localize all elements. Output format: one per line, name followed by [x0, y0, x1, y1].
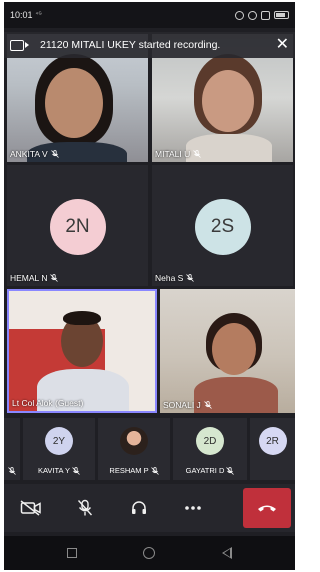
participant-label: SONALI J: [163, 400, 212, 410]
call-controls: [4, 484, 295, 532]
mic-off-icon: [77, 499, 93, 516]
strip-item-gayatri[interactable]: 2D GAYATRI D: [173, 418, 247, 480]
mic-off-icon: [204, 401, 212, 409]
strip-item-partial[interactable]: [4, 418, 20, 480]
avatar: 2R: [258, 427, 287, 455]
participant-label: ANKITA V: [10, 149, 59, 159]
recording-banner: 21120 MITALI UKEY started recording. ✕: [4, 32, 295, 58]
mic-off-icon: [72, 466, 80, 475]
hang-up-button[interactable]: [243, 488, 291, 528]
alarm-icon: [235, 10, 244, 20]
system-nav-bar: [4, 536, 295, 570]
participant-name: Lt Col Alok (Guest): [12, 398, 84, 408]
close-icon[interactable]: ✕: [276, 37, 289, 53]
recording-message: 21120 MITALI UKEY started recording.: [40, 39, 221, 51]
more-options-button[interactable]: [166, 488, 220, 528]
avatar: 2Y: [45, 427, 73, 455]
avatar: 2S: [194, 199, 251, 255]
status-bar: 10:01 ⁴ᴳ: [4, 2, 295, 28]
strip-item-resham[interactable]: RESHAM P: [98, 418, 170, 480]
network-indicator: ⁴ᴳ: [35, 12, 43, 18]
headset-icon: [261, 10, 270, 20]
participant-tile-sonali[interactable]: SONALI J: [160, 289, 295, 413]
mic-off-icon: [150, 466, 159, 475]
participant-name: GAYATRI D: [185, 466, 225, 475]
hang-up-icon: [258, 505, 276, 512]
more-icon: [185, 506, 201, 510]
wifi-icon: [248, 10, 257, 20]
participant-label: MITALI U: [155, 149, 202, 159]
status-time: 10:01: [10, 10, 33, 20]
teams-call-screen: 10:01 ⁴ᴳ ANKITA V MITALI U 21120 MITALI …: [4, 2, 295, 570]
audio-options-button[interactable]: [112, 488, 166, 528]
avatar: [120, 427, 148, 455]
back-icon[interactable]: [221, 547, 232, 559]
strip-label: RESHAM P: [98, 466, 170, 475]
participant-name: MITALI U: [155, 149, 191, 159]
participant-name: SONALI J: [163, 400, 201, 410]
battery-icon: [274, 11, 289, 19]
camera-toggle-button[interactable]: [4, 488, 58, 528]
strip-item-partial-2r[interactable]: 2R: [250, 418, 295, 480]
participant-name: ANKITA V: [10, 149, 48, 159]
mic-off-icon: [193, 150, 202, 158]
participant-tile-hemal[interactable]: 2N HEMAL N: [7, 165, 148, 286]
home-icon[interactable]: [143, 547, 156, 559]
participant-strip[interactable]: 2Y KAVITA Y RESHAM P 2D GAYATRI D 2R: [4, 416, 295, 482]
participant-name: HEMAL N: [10, 273, 48, 283]
avatar: 2N: [49, 199, 106, 255]
headset-icon: [132, 501, 146, 514]
recent-apps-icon[interactable]: [67, 548, 78, 558]
mic-off-icon: [186, 274, 195, 282]
strip-label: [4, 467, 20, 475]
participant-label: Lt Col Alok (Guest): [12, 398, 83, 408]
participant-label: HEMAL N: [10, 273, 59, 283]
camera-off-icon: [20, 500, 41, 516]
mic-off-icon: [50, 150, 59, 158]
strip-label: KAVITA Y: [23, 466, 95, 475]
mic-toggle-button[interactable]: [58, 488, 112, 528]
participant-name: RESHAM P: [109, 466, 149, 475]
mic-off-icon: [8, 467, 16, 475]
participant-name: KAVITA Y: [37, 466, 71, 475]
status-icons: [235, 10, 289, 20]
strip-label: GAYATRI D: [173, 466, 247, 475]
participant-label: Neha S: [155, 273, 195, 283]
video-record-icon: [10, 39, 29, 51]
participant-tile-alok[interactable]: Lt Col Alok (Guest): [7, 289, 157, 413]
mic-off-icon: [226, 466, 235, 475]
mic-off-icon: [50, 274, 59, 282]
strip-item-kavita[interactable]: 2Y KAVITA Y: [23, 418, 95, 480]
participant-name: Neha S: [155, 273, 184, 283]
avatar: 2D: [196, 427, 224, 455]
participant-tile-neha[interactable]: 2S Neha S: [152, 165, 293, 286]
